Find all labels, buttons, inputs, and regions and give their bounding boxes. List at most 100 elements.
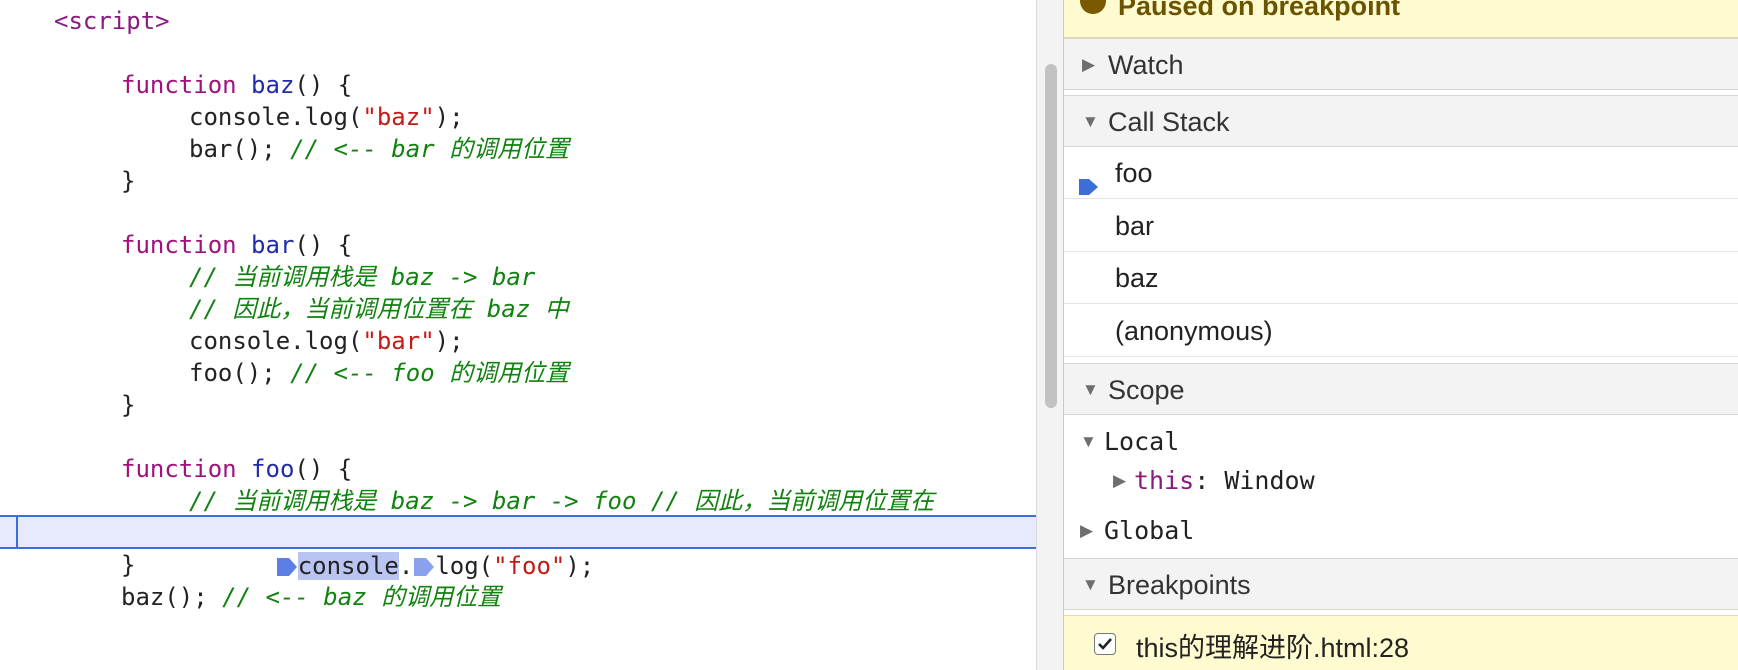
code-line-text: // 当前调用栈是 baz -> bar	[189, 261, 535, 293]
code-token: // 当前调用栈是 baz -> bar	[189, 263, 536, 291]
call-stack-frame-foo[interactable]: foo	[1064, 147, 1738, 199]
code-token: console.log(	[189, 103, 363, 131]
code-token: foo	[236, 455, 295, 483]
code-token: console.log(	[189, 327, 363, 355]
triangle-down-icon: ▼	[1082, 112, 1099, 131]
code-line-text: }	[121, 165, 135, 197]
debugger-sidebar: Paused on breakpoint ▶ Watch ▼ Call Stac…	[1064, 0, 1738, 670]
code-token: function	[121, 231, 237, 259]
code-line[interactable]: // 当前调用栈是 baz -> bar -> foo // 因此，当前调用位置…	[0, 485, 1036, 517]
code-line[interactable]: function foo() {	[0, 453, 1036, 485]
code-line-text: console.log("baz");	[189, 101, 464, 133]
call-stack-label: Call Stack	[1108, 107, 1230, 137]
code-token: }	[121, 551, 136, 579]
breakpoint-checkbox[interactable]	[1094, 633, 1116, 655]
breakpoints-section-header[interactable]: ▼ Breakpoints	[1064, 558, 1738, 610]
scope-local-row[interactable]: ▼ Local	[1064, 422, 1738, 462]
paused-label: Paused on breakpoint	[1118, 0, 1401, 21]
code-line[interactable]: }	[0, 165, 1036, 197]
code-token: <script>	[54, 7, 170, 35]
code-line-text: bar(); // <-- bar 的调用位置	[189, 133, 569, 165]
code-line-text: function baz() {	[121, 69, 352, 101]
triangle-down-icon: ▼	[1080, 432, 1097, 451]
call-stack-frame-anonymous[interactable]: (anonymous)	[1064, 305, 1738, 357]
code-line[interactable]: console.log("baz");	[0, 101, 1036, 133]
code-line-text: foo(); // <-- foo 的调用位置	[189, 357, 569, 389]
code-token: foo();	[189, 359, 291, 387]
scope-section-header[interactable]: ▼ Scope	[1064, 363, 1738, 415]
code-token: bar	[236, 231, 295, 259]
breakpoints-label: Breakpoints	[1108, 570, 1251, 600]
local-label: Local	[1104, 427, 1180, 456]
code-line[interactable]: bar(); // <-- bar 的调用位置	[0, 133, 1036, 165]
code-token: "bar"	[362, 327, 435, 355]
paused-banner: Paused on breakpoint	[1064, 0, 1738, 38]
scope-this-row[interactable]: ▶ this: Window	[1064, 461, 1738, 501]
code-token: function	[121, 455, 237, 483]
frame-label: foo	[1115, 158, 1153, 188]
call-stack-frame-baz[interactable]: baz	[1064, 252, 1738, 304]
info-icon	[1080, 0, 1106, 14]
exec-token-string: "foo"	[493, 552, 566, 580]
call-stack-section-header[interactable]: ▼ Call Stack	[1064, 95, 1738, 147]
exec-token-end: );	[565, 552, 595, 580]
code-token: () {	[294, 231, 353, 259]
this-property-name: this	[1134, 466, 1195, 495]
triangle-down-icon: ▼	[1082, 380, 1099, 399]
frame-label: baz	[1115, 263, 1159, 293]
code-token: // 当前调用栈是 baz -> bar -> foo // 因此，当前调用位置…	[189, 487, 935, 515]
triangle-right-icon: ▶	[1082, 55, 1096, 74]
code-token: () {	[294, 71, 353, 99]
triangle-right-icon: ▶	[1080, 521, 1094, 540]
code-editor[interactable]: <script> function baz() {console.log("baz…	[0, 0, 1036, 670]
code-token: // <-- bar 的调用位置	[290, 135, 570, 163]
editor-scrollbar[interactable]	[1036, 0, 1064, 670]
code-line-text: // 因此，当前调用位置在 baz 中	[189, 293, 569, 325]
exec-token-console: console	[297, 552, 399, 580]
breakpoint-label: this的理解进阶.html:28	[1136, 633, 1410, 663]
frame-label: bar	[1115, 211, 1155, 241]
scrollbar-thumb[interactable]	[1045, 64, 1057, 408]
code-line-text: // 当前调用栈是 baz -> bar -> foo // 因此，当前调用位置…	[189, 485, 934, 517]
continue-marker-icon[interactable]	[276, 554, 298, 576]
breakpoint-item[interactable]: this的理解进阶.html:28	[1064, 615, 1738, 670]
exec-token-log: log(	[435, 552, 494, 580]
watch-label: Watch	[1108, 50, 1184, 80]
code-token: );	[434, 103, 464, 131]
code-line[interactable]: foo(); // <-- foo 的调用位置	[0, 357, 1036, 389]
code-token: function	[121, 71, 237, 99]
code-token: // <-- foo 的调用位置	[290, 359, 570, 387]
code-line[interactable]: console.log("bar");	[0, 325, 1036, 357]
code-token: // 因此，当前调用位置在 baz 中	[189, 295, 569, 323]
code-line[interactable]: }	[0, 389, 1036, 421]
code-line-text: function bar() {	[121, 229, 352, 261]
code-line-text: function foo() {	[121, 453, 352, 485]
code-token: );	[434, 327, 464, 355]
code-line-text: }	[121, 549, 135, 581]
call-stack-frame-bar[interactable]: bar	[1064, 200, 1738, 252]
scope-label: Scope	[1108, 375, 1185, 405]
code-line[interactable]: // 因此，当前调用位置在 baz 中	[0, 293, 1036, 325]
continue-marker-icon[interactable]	[413, 554, 435, 576]
code-token: }	[121, 391, 136, 419]
code-line[interactable]: function baz() {	[0, 69, 1036, 101]
code-line[interactable]: // 当前调用栈是 baz -> bar	[0, 261, 1036, 293]
scope-global-row[interactable]: ▶ Global	[1064, 511, 1738, 551]
this-property-value: : Window	[1194, 466, 1315, 495]
frame-label: (anonymous)	[1115, 316, 1273, 346]
code-token: }	[121, 167, 136, 195]
triangle-right-icon: ▶	[1113, 471, 1127, 490]
triangle-down-icon: ▼	[1082, 575, 1099, 594]
watch-section-header[interactable]: ▶ Watch	[1064, 38, 1738, 90]
code-token: baz	[236, 71, 295, 99]
code-token: "baz"	[362, 103, 435, 131]
code-token: () {	[294, 455, 353, 483]
execution-code-line[interactable]: console. log("foo");	[0, 518, 1036, 580]
global-label: Global	[1104, 516, 1195, 545]
exec-token-dot: .	[398, 552, 414, 580]
code-line-text: <script>	[54, 5, 170, 37]
code-line[interactable]: function bar() {	[0, 229, 1036, 261]
code-line[interactable]: <script>	[0, 5, 1036, 37]
code-line-text: }	[121, 389, 135, 421]
checkmark-icon	[1098, 638, 1112, 650]
